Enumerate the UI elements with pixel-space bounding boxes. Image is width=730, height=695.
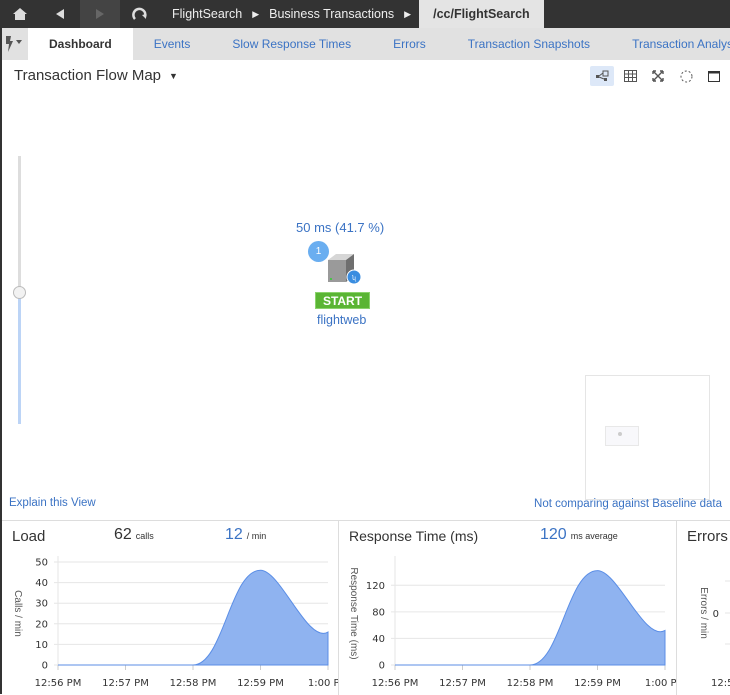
x-tick-label: 12:58 PM <box>507 678 554 689</box>
grid-icon <box>623 70 637 82</box>
x-tick-label: 12:57 PM <box>439 678 486 689</box>
flow-map-overview[interactable] <box>585 375 710 500</box>
x-tick-label: 12:56 PM <box>35 678 82 689</box>
y-tick-label: 40 <box>35 578 48 589</box>
response-time-stat: 120 ms average <box>540 526 618 544</box>
response-time-panel: Response Time (ms) 120 ms average 0 40 80 12… <box>339 521 677 695</box>
load-calls-unit: calls <box>135 531 154 541</box>
tab-menu-button[interactable] <box>2 28 28 60</box>
breadcrumb-app[interactable]: FlightSearch <box>164 0 250 28</box>
x-tick-label: 12:59 PM <box>237 678 284 689</box>
errors-panel: Errors 0 12:56 PM Errors / min <box>677 521 730 695</box>
overview-node-dot <box>618 432 622 436</box>
y-tick-label: 0 <box>713 609 719 620</box>
home-button[interactable] <box>0 0 40 28</box>
explain-this-view-link[interactable]: Explain this View <box>9 497 96 509</box>
zoom-slider-handle[interactable] <box>13 286 26 299</box>
flow-map-toolbar <box>586 66 726 86</box>
node-name-link[interactable]: flightweb <box>317 313 366 327</box>
x-tick-label: 12:56 PM <box>711 678 730 689</box>
back-button[interactable] <box>40 0 80 28</box>
fit-to-screen-button[interactable] <box>646 66 670 86</box>
y-tick-label: 80 <box>372 607 385 618</box>
flow-map-title-dropdown[interactable]: Transaction Flow Map ▼ <box>14 67 178 84</box>
y-tick-label: 0 <box>42 661 48 672</box>
lightning-menu-icon <box>6 36 22 52</box>
y-tick-label: 50 <box>35 558 48 569</box>
metrics-panels: Load 62 calls 12/ min 0 10 20 30 40 50 12:56 PM… <box>2 520 730 695</box>
flow-layout-icon <box>596 70 609 81</box>
y-axis-label: Response Time (ms) <box>348 567 359 659</box>
breadcrumb-separator-icon: ▶ <box>404 8 412 19</box>
x-tick-label: 1:00 PM <box>645 678 677 689</box>
area-series <box>58 569 329 666</box>
load-calls-value: 62 <box>114 526 132 543</box>
y-axis-label: Errors / min <box>698 587 709 639</box>
tab-transaction-analysis[interactable]: Transaction Analysis <box>611 28 730 60</box>
start-node-label: START <box>315 292 370 309</box>
refresh-button[interactable] <box>120 0 160 28</box>
x-tick-label: 12:59 PM <box>574 678 621 689</box>
circle-layout-icon <box>680 70 692 82</box>
response-time-title: Response Time (ms) <box>349 528 479 544</box>
overview-viewport[interactable] <box>605 426 639 446</box>
y-tick-label: 30 <box>35 599 48 610</box>
y-tick-label: 20 <box>35 619 48 630</box>
y-tick-label: 120 <box>366 581 385 592</box>
x-tick-label: 1:00 PM <box>308 678 339 689</box>
tab-dashboard[interactable]: Dashboard <box>28 28 133 60</box>
home-icon <box>13 8 27 20</box>
errors-chart[interactable]: 0 12:56 PM Errors / min <box>677 551 730 695</box>
flow-layout-button[interactable] <box>590 66 614 86</box>
y-tick-label: 40 <box>372 634 385 645</box>
y-tick-label: 10 <box>35 640 48 651</box>
response-time-chart[interactable]: 0 40 80 120 12:56 PM 12:57 PM 12:58 PM 12:59 PM… <box>339 551 677 695</box>
response-time-value: 120 <box>540 526 567 543</box>
tab-errors[interactable]: Errors <box>372 28 447 60</box>
x-tick-label: 12:57 PM <box>102 678 149 689</box>
x-tick-label: 12:56 PM <box>372 678 419 689</box>
forward-arrow-icon <box>96 9 104 19</box>
breadcrumb-current[interactable]: /cc/FlightSearch <box>419 0 544 28</box>
tab-events[interactable]: Events <box>133 28 212 60</box>
breadcrumb-separator-icon: ▶ <box>252 8 260 19</box>
refresh-icon <box>132 7 147 20</box>
load-rate-value: 12 <box>225 526 243 543</box>
response-time-unit: ms average <box>570 531 618 541</box>
circle-layout-button[interactable] <box>674 66 698 86</box>
tab-transaction-snapshots[interactable]: Transaction Snapshots <box>447 28 611 60</box>
top-navigation-bar: FlightSearch ▶ Business Transactions ▶ /… <box>0 0 730 28</box>
server-node-icon[interactable]: ʯ <box>324 252 364 288</box>
flow-map-title: Transaction Flow Map <box>14 67 161 84</box>
tab-bar: Dashboard Events Slow Response Times Err… <box>2 28 730 60</box>
tab-slow-response-times[interactable]: Slow Response Times <box>211 28 372 60</box>
load-rate-unit: / min <box>246 531 267 541</box>
load-title: Load <box>12 528 46 545</box>
load-chart[interactable]: 0 10 20 30 40 50 12:56 PM 12:57 PM 12:58 PM 12:59… <box>2 551 339 695</box>
errors-title: Errors <box>687 528 728 545</box>
x-tick-label: 12:58 PM <box>170 678 217 689</box>
y-tick-label: 0 <box>379 661 385 672</box>
baseline-status-link[interactable]: Not comparing against Baseline data <box>534 498 722 510</box>
load-rate-stat: 12/ min <box>225 526 266 544</box>
grid-view-button[interactable] <box>618 66 642 86</box>
window-icon <box>708 70 720 82</box>
back-arrow-icon <box>56 9 64 19</box>
forward-button[interactable] <box>80 0 120 28</box>
y-axis-label: Calls / min <box>12 590 23 637</box>
flow-map-area: Transaction Flow Map ▼ 50 ms (41.7 %) 1 … <box>2 60 730 520</box>
maximize-button[interactable] <box>702 66 726 86</box>
chevron-down-icon: ▼ <box>169 70 178 81</box>
load-panel: Load 62 calls 12/ min 0 10 20 30 40 50 12:56 PM… <box>2 521 339 695</box>
node-response-metric: 50 ms (41.7 %) <box>296 220 385 235</box>
zoom-slider-fill <box>18 296 21 424</box>
expand-icon <box>652 70 664 82</box>
load-calls-stat: 62 calls <box>114 526 154 544</box>
breadcrumb-business-transactions[interactable]: Business Transactions <box>261 0 402 28</box>
